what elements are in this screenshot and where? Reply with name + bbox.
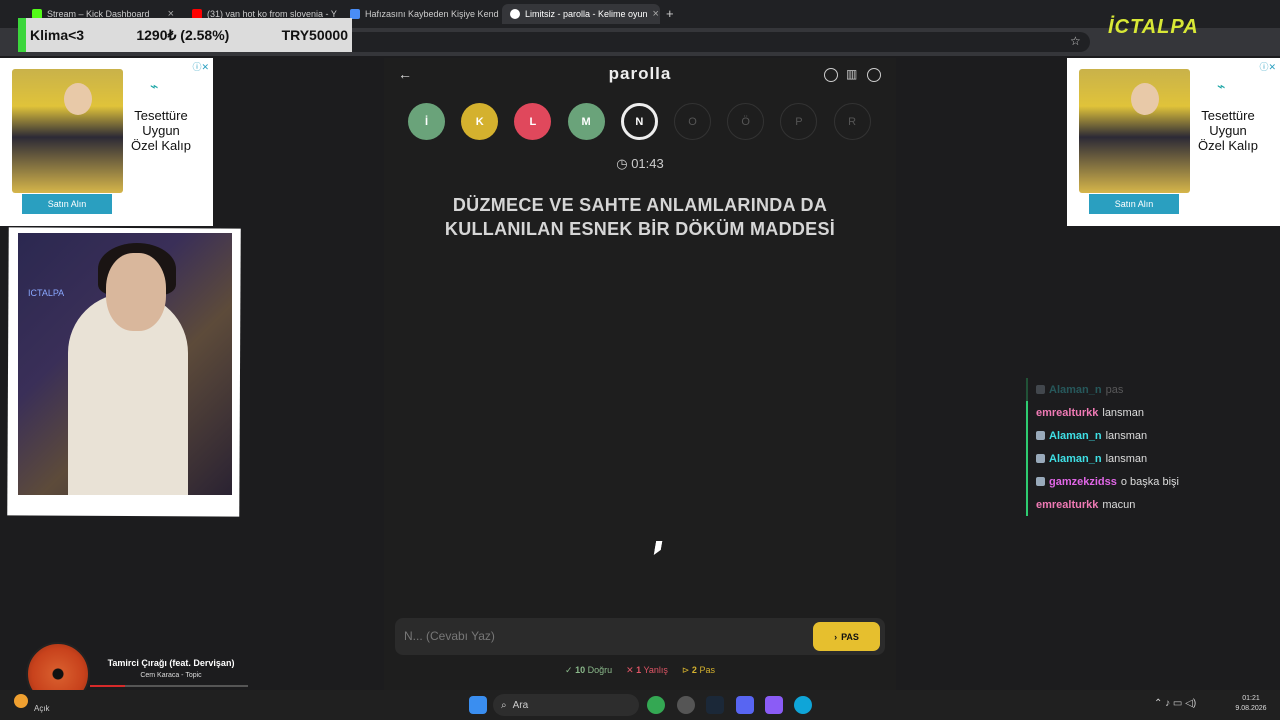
game-panel [384, 58, 896, 690]
ad-text: Tesettüre Uygun Özel Kalıp [131, 108, 191, 153]
chat-username: emrealturkk [1036, 406, 1099, 419]
wrong-stat: ✕ 1 Yanlış [626, 665, 668, 675]
neon-sign: ICTALPA [28, 288, 65, 298]
badge-icon [1036, 385, 1045, 394]
chat-text: lansman [1105, 452, 1148, 465]
chat-text: macun [1102, 498, 1136, 511]
system-tray-icons[interactable]: ⌃ ♪ ▭ ◁) [1154, 698, 1196, 709]
chat-text: pas [1105, 383, 1124, 396]
bookmark-star-icon[interactable]: ☆ [1070, 34, 1081, 48]
channel-logo: İCTALPA [1108, 16, 1199, 38]
letter-K: K [461, 103, 499, 140]
chat-text: o başka bişi [1120, 475, 1179, 488]
close-icon[interactable]: × [653, 8, 659, 20]
chat-text: lansman [1105, 429, 1148, 442]
badge-icon [1036, 454, 1045, 463]
badge-icon [1036, 477, 1045, 486]
letter-M: M [567, 103, 605, 140]
letter-R: R [833, 103, 871, 140]
timer-value: 01:43 [631, 156, 664, 171]
timer: ◷ 01:43 [384, 156, 896, 172]
song-progress [90, 685, 248, 687]
donation-name: Klima<3 [30, 27, 85, 43]
donation-progress-bar [18, 18, 26, 52]
letter-N: N [620, 103, 658, 140]
ad-buy-button[interactable]: Satın Alın [1089, 194, 1179, 214]
ad-text: Tesettüre Uygun Özel Kalıp [1198, 108, 1258, 153]
info-icon[interactable] [824, 68, 838, 82]
search-icon: ⌕ [501, 699, 507, 711]
badge-icon [1036, 431, 1045, 440]
weather-icon[interactable] [14, 694, 28, 708]
chat-message: emrealturkk macun [1026, 493, 1226, 516]
song-title: Tamirci Çırağı (feat. Dervişan) [107, 658, 235, 668]
edge-icon[interactable] [794, 696, 812, 714]
taskbar-search[interactable]: ⌕ Ara [493, 694, 639, 716]
right-ad-banner[interactable]: ⌁ Tesettüre Uygun Özel Kalıp Satın Alın … [1067, 58, 1280, 226]
taskbar-clock[interactable]: 01:21 9.08.2026 [1226, 694, 1276, 714]
chat-username: Alaman_n [1049, 429, 1102, 442]
ad-info-icon[interactable]: ⓘ✕ [192, 60, 209, 73]
tab-parolla[interactable]: Limitsiz - parolla - Kelime oyun × [502, 4, 660, 24]
discord-icon[interactable] [736, 696, 754, 714]
chevron-right-icon: › [834, 631, 838, 642]
chrome-icon[interactable] [647, 696, 665, 714]
chat-message: Alaman_n lansman [1026, 447, 1226, 470]
chat-text: lansman [1102, 406, 1144, 419]
ad-logo-icon: ⌁ [150, 78, 159, 94]
chat-username: Alaman_n [1049, 383, 1102, 396]
letter-O: O [674, 103, 711, 140]
search-label: Ara [512, 699, 529, 711]
chat-message: Alaman_n lansman [1026, 424, 1226, 447]
donation-goal: TRY50000 [281, 27, 348, 43]
tab-title: Hafızasını Kaybeden Kişiye Kend [365, 9, 499, 19]
chat-username: gamzekzidss [1049, 475, 1117, 488]
profile-icon[interactable] [867, 68, 881, 82]
pass-button[interactable]: › PAS [813, 622, 880, 651]
game-title: parolla [608, 64, 672, 83]
new-tab-button[interactable]: + [666, 6, 674, 21]
github-icon[interactable] [677, 696, 695, 714]
correct-stat: ✓ 10 Doğru [565, 665, 613, 675]
letter-Ö: Ö [727, 103, 765, 140]
tab-article[interactable]: Hafızasını Kaybeden Kişiye Kend × [342, 4, 500, 24]
taskbar [0, 690, 1280, 720]
ad-photo [12, 69, 123, 193]
chat-username: emrealturkk [1036, 498, 1099, 511]
chat-message: gamzekzidss o başka bişi [1026, 470, 1226, 493]
stats-icon[interactable]: ▥ [846, 67, 857, 81]
parolla-icon [510, 9, 520, 19]
ad-photo [1079, 69, 1190, 193]
pass-stat: ⊳ 2 Pas [681, 665, 715, 675]
ad-info-icon[interactable]: ⓘ✕ [1259, 60, 1276, 73]
chat-overlay: Alaman_n pas emrealturkk lansman Alaman_n lan… [1026, 378, 1226, 516]
song-artist: Cem Karaca - Topic [140, 672, 202, 679]
left-ad-banner[interactable]: ⌁ Tesettüre Uygun Özel Kalıp Satın Alın … [0, 58, 213, 226]
app-icon[interactable] [765, 696, 783, 714]
question-text: DÜZMECE VE SAHTE ANLAMLARINDA DA KULLANI… [444, 195, 836, 239]
clock-icon: ◷ [616, 156, 628, 171]
chat-message: Alaman_n pas [1026, 378, 1226, 401]
weather-text: Açık [34, 704, 50, 713]
webcam-feed: ICTALPA [18, 233, 232, 495]
ad-buy-button[interactable]: Satın Alın [22, 194, 112, 214]
steam-icon[interactable] [706, 696, 724, 714]
windows-start-icon[interactable] [469, 696, 487, 714]
clock-date: 9.08.2026 [1235, 705, 1267, 712]
pass-label: PAS [841, 631, 859, 642]
letter-İ: İ [408, 103, 445, 140]
donation-value: 1290₺ (2.58%) [136, 26, 230, 43]
chat-message: emrealturkk lansman [1026, 401, 1226, 424]
chat-username: Alaman_n [1049, 452, 1102, 465]
donation-goal-overlay: Klima<3 1290₺ (2.58%) TRY50000 [18, 18, 352, 52]
clock-time: 01:21 [1242, 695, 1260, 702]
tab-title: Limitsiz - parolla - Kelime oyun [525, 9, 648, 19]
ad-logo-icon: ⌁ [1217, 78, 1226, 94]
answer-placeholder: N... (Cevabı Yaz) [404, 629, 495, 643]
score-stats: ✓ 10 Doğru ✕ 1 Yanlış ⊳ 2 Pas [384, 665, 896, 676]
